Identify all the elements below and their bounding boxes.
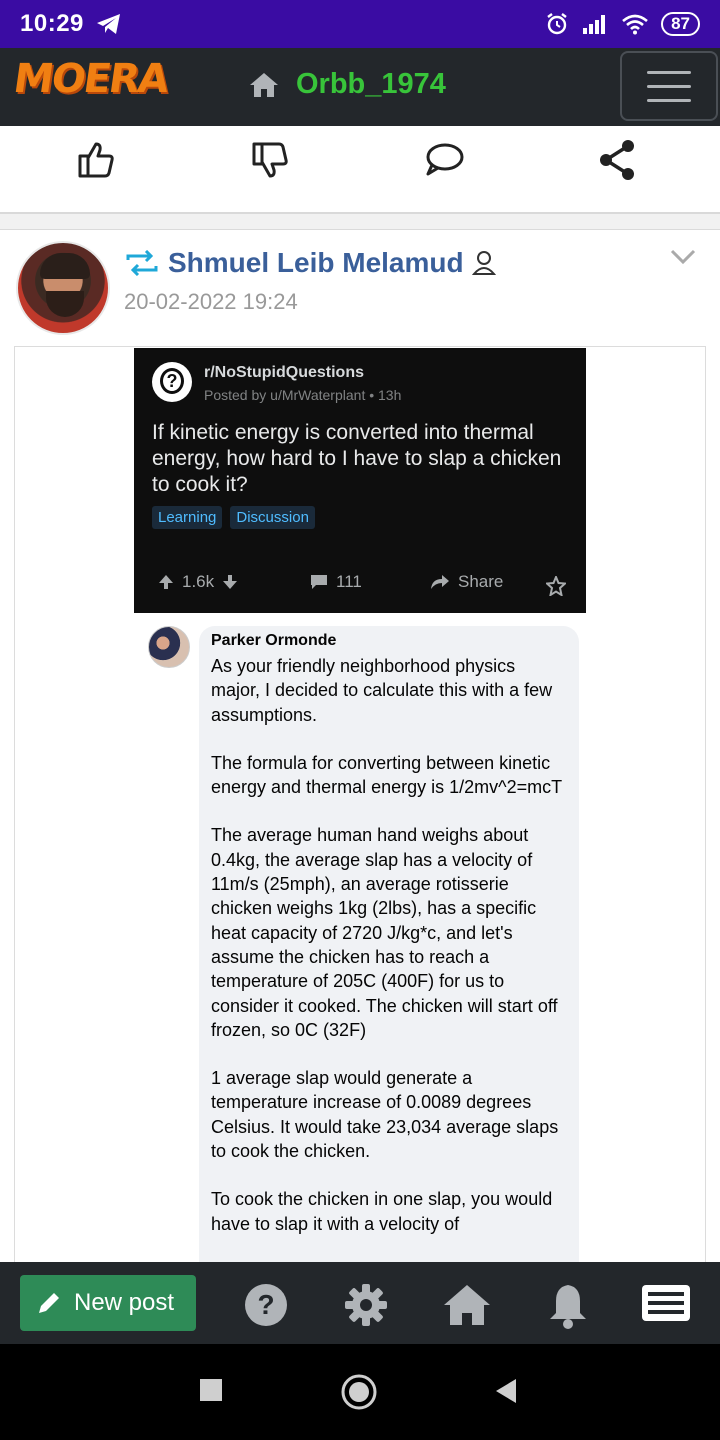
- node-title[interactable]: Orbb_1974: [248, 68, 446, 101]
- battery-indicator: 87: [661, 12, 700, 36]
- notifications-bell-icon[interactable]: [548, 1283, 588, 1329]
- post-date[interactable]: 20-02-2022 19:24: [124, 289, 298, 315]
- comment-icon[interactable]: [422, 138, 466, 182]
- author-avatar[interactable]: [16, 241, 110, 335]
- thumbs-down-icon[interactable]: [248, 138, 292, 182]
- comment-count: 111: [336, 572, 362, 591]
- telegram-icon: [96, 14, 120, 34]
- comments: 111: [310, 572, 362, 592]
- pencil-icon: [39, 1293, 59, 1313]
- reddit-post-image[interactable]: ? r/NoStupidQuestions Posted by u/MrWate…: [134, 348, 586, 613]
- commenter-avatar: [148, 626, 190, 668]
- bottom-nav: New post ?: [0, 1262, 720, 1344]
- thumbs-up-icon[interactable]: [74, 138, 118, 182]
- new-post-label: New post: [74, 1289, 175, 1316]
- vote-count: 1.6k: [182, 572, 215, 591]
- comment-paragraph: To cook the chicken in one slap, you wou…: [211, 1189, 553, 1234]
- recents-button[interactable]: [199, 1378, 223, 1402]
- upvote-icon: [159, 575, 173, 589]
- repost-icon: [126, 250, 158, 276]
- subreddit-name: r/NoStupidQuestions: [204, 364, 364, 381]
- comment-paragraph: The average human hand weighs about 0.4k…: [211, 825, 558, 1040]
- news-feed-icon[interactable]: [640, 1283, 692, 1323]
- moera-logo[interactable]: MOERA: [11, 56, 170, 102]
- tag-discussion: Discussion: [230, 506, 315, 529]
- reddit-tags: Learning Discussion: [152, 506, 315, 529]
- post-action-bar: [0, 126, 720, 214]
- comment-bubble-icon: [311, 575, 327, 589]
- reddit-post-meta: Posted by u/MrWaterplant • 13h: [204, 387, 402, 403]
- settings-gear-icon[interactable]: [344, 1283, 388, 1327]
- comment-bubble: Parker Ormonde As your friendly neighbor…: [199, 626, 579, 1262]
- separator: [0, 214, 720, 230]
- home-nav-icon[interactable]: [442, 1283, 492, 1327]
- author-name[interactable]: Shmuel Leib Melamud: [168, 247, 464, 279]
- status-bar: 10:29 87: [0, 0, 720, 48]
- post-content: ? r/NoStupidQuestions Posted by u/MrWate…: [14, 346, 706, 1262]
- post-author: Shmuel Leib Melamud: [124, 247, 496, 279]
- hamburger-menu-button[interactable]: [620, 51, 718, 121]
- reddit-post-title: If kinetic energy is converted into ther…: [152, 421, 562, 496]
- share-icon[interactable]: [596, 138, 640, 182]
- comment-paragraph: The formula for converting between kinet…: [211, 752, 563, 798]
- reddit-stats: 1.6k 111 Share: [134, 568, 586, 598]
- home-button[interactable]: [341, 1374, 377, 1410]
- svg-text:?: ?: [257, 1289, 274, 1320]
- comment-paragraph: As your friendly neighborhood physics ma…: [211, 656, 553, 725]
- chevron-down-icon[interactable]: [670, 249, 696, 265]
- votes: 1.6k: [158, 572, 238, 592]
- signal-icon: [583, 15, 606, 34]
- award-icon: [546, 576, 566, 596]
- home-icon: [250, 72, 278, 97]
- user-icon: [471, 251, 496, 275]
- new-post-button[interactable]: New post: [20, 1275, 196, 1331]
- system-nav-bar: [0, 1344, 720, 1440]
- downvote-icon: [223, 575, 238, 589]
- share: Share: [430, 572, 503, 592]
- comment-paragraph: 1 average slap would generate a temperat…: [211, 1068, 559, 1162]
- tag-learning: Learning: [152, 506, 223, 529]
- commenter-name: Parker Ormonde: [211, 632, 337, 649]
- wifi-icon: [622, 14, 648, 35]
- app-header: MOERA Orbb_1974: [0, 48, 720, 126]
- share-arrow-icon: [431, 575, 449, 589]
- post: Shmuel Leib Melamud 20-02-2022 19:24 ? r…: [0, 231, 720, 1262]
- help-icon[interactable]: ?: [244, 1283, 288, 1327]
- node-name[interactable]: Orbb_1974: [296, 68, 446, 101]
- status-time: 10:29: [20, 10, 84, 37]
- question-icon: ?: [152, 362, 192, 402]
- alarm-icon: [547, 13, 567, 35]
- share-label: Share: [458, 572, 504, 591]
- back-button[interactable]: [494, 1378, 518, 1404]
